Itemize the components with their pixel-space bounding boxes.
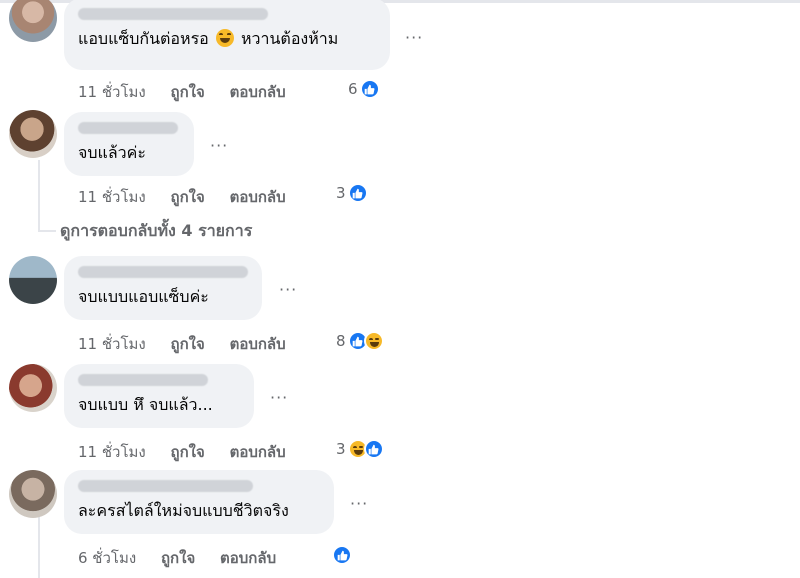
like-button[interactable]: ถูกใจ xyxy=(171,443,205,461)
comment-bubble: ละครสไตล์ใหม่จบแบบชีวิตจริง xyxy=(64,470,334,534)
author-name-blurred[interactable] xyxy=(78,374,208,386)
comment-actions: 11 ชั่วโมง ถูกใจ ตอบกลับ xyxy=(78,185,306,209)
like-button[interactable]: ถูกใจ xyxy=(171,83,205,101)
reaction-summary[interactable]: 3 xyxy=(336,182,368,204)
like-reaction-icon xyxy=(347,183,368,203)
more-options-icon[interactable]: ··· xyxy=(210,136,228,155)
author-name-blurred[interactable] xyxy=(78,480,253,492)
reply-button[interactable]: ตอบกลับ xyxy=(230,188,286,206)
author-name-blurred[interactable] xyxy=(78,122,178,134)
like-reaction-icon xyxy=(332,545,352,565)
like-button[interactable]: ถูกใจ xyxy=(161,549,195,567)
like-button[interactable]: ถูกใจ xyxy=(171,188,205,206)
more-options-icon[interactable]: ··· xyxy=(279,280,297,299)
comment-actions: 11 ชั่วโมง ถูกใจ ตอบกลับ xyxy=(78,80,306,104)
like-reaction-icon xyxy=(363,439,384,459)
comment-actions: 11 ชั่วโมง ถูกใจ ตอบกลับ xyxy=(78,440,306,464)
timestamp[interactable]: 11 ชั่วโมง xyxy=(78,335,146,353)
comment-actions: 6 ชั่วโมง ถูกใจ ตอบกลับ xyxy=(78,546,296,570)
comment-actions: 11 ชั่วโมง ถูกใจ ตอบกลับ xyxy=(78,332,306,356)
comment-bubble: จบแล้วค่ะ xyxy=(64,112,194,176)
reaction-summary[interactable]: 6 xyxy=(348,78,380,100)
timestamp[interactable]: 11 ชั่วโมง xyxy=(78,443,146,461)
comment: แอบแซ็บกันต่อหรอ หวานต้องห้าม ··· 11 ชั่… xyxy=(0,0,800,110)
avatar[interactable] xyxy=(9,0,57,42)
like-reaction-icon xyxy=(359,79,380,99)
view-replies-link[interactable]: ดูการตอบกลับทั้ง 4 รายการ xyxy=(38,219,253,244)
comment-text: ละครสไตล์ใหม่จบแบบชีวิตจริง xyxy=(78,501,289,520)
timestamp[interactable]: 11 ชั่วโมง xyxy=(78,83,146,101)
avatar[interactable] xyxy=(9,470,57,518)
haha-reaction-icon xyxy=(363,331,384,351)
comment-bubble: จบแบบแอบแซ็บค่ะ xyxy=(64,256,262,320)
comment: จบแล้วค่ะ ··· 11 ชั่วโมง ถูกใจ ตอบกลับ 3 xyxy=(0,108,800,218)
comment: จบแบบ หึ จบแล้ว... ··· 11 ชั่วโมง ถูกใจ … xyxy=(0,360,800,470)
comment: จบแบบแอบแซ็บค่ะ ··· 11 ชั่วโมง ถูกใจ ตอบ… xyxy=(0,252,800,362)
reaction-count: 8 xyxy=(336,332,346,350)
like-button[interactable]: ถูกใจ xyxy=(171,335,205,353)
reaction-count: 6 xyxy=(348,80,358,98)
timestamp[interactable]: 11 ชั่วโมง xyxy=(78,188,146,206)
reply-button[interactable]: ตอบกลับ xyxy=(230,443,286,461)
more-options-icon[interactable]: ··· xyxy=(405,28,423,47)
reply-button[interactable]: ตอบกลับ xyxy=(220,549,276,567)
comment: ละครสไตล์ใหม่จบแบบชีวิตจริง ··· 6 ชั่วโม… xyxy=(0,466,800,576)
reply-thread-stub xyxy=(38,230,56,232)
comment-bubble: แอบแซ็บกันต่อหรอ หวานต้องห้าม xyxy=(64,0,390,70)
author-name-blurred[interactable] xyxy=(78,266,248,278)
reaction-summary[interactable] xyxy=(330,544,352,566)
comment-bubble: จบแบบ หึ จบแล้ว... xyxy=(64,364,254,428)
author-name-blurred[interactable] xyxy=(78,8,268,20)
avatar[interactable] xyxy=(9,364,57,412)
more-options-icon[interactable]: ··· xyxy=(350,494,368,513)
comment-text: แอบแซ็บกันต่อหรอ หวานต้องห้าม xyxy=(78,29,339,48)
reaction-summary[interactable]: 8 xyxy=(336,330,384,352)
reply-button[interactable]: ตอบกลับ xyxy=(230,83,286,101)
avatar[interactable] xyxy=(9,110,57,158)
reaction-count: 3 xyxy=(336,440,346,458)
timestamp[interactable]: 6 ชั่วโมง xyxy=(78,549,136,567)
comment-text: จบแบบ หึ จบแล้ว... xyxy=(78,395,213,414)
reaction-summary[interactable]: 3 xyxy=(336,438,384,460)
view-replies-label: ดูการตอบกลับทั้ง 4 รายการ xyxy=(60,221,253,240)
laughing-tears-emoji-icon xyxy=(215,29,234,47)
comment-text: จบแล้วค่ะ xyxy=(78,143,146,162)
reply-button[interactable]: ตอบกลับ xyxy=(230,335,286,353)
comment-text: จบแบบแอบแซ็บค่ะ xyxy=(78,287,209,306)
more-options-icon[interactable]: ··· xyxy=(270,388,288,407)
reaction-count: 3 xyxy=(336,184,346,202)
avatar[interactable] xyxy=(9,256,57,304)
